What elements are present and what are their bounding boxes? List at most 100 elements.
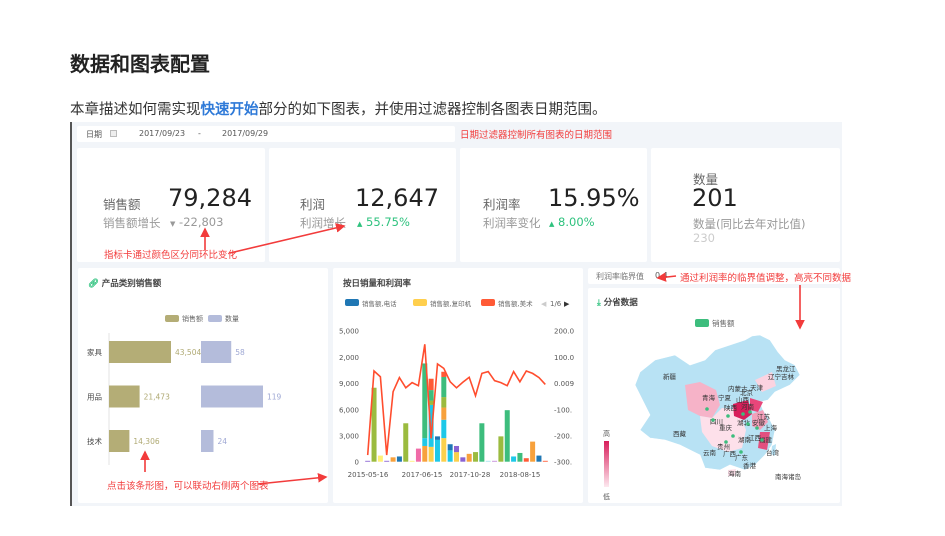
- x-tick-label: 2018-08-15: [500, 471, 541, 479]
- daily-sales-profit-panel: 销售额,电话 销售额,复印机 销售额,美术 ◀ 1/6 ▶ 5,000 2,000 9,000 6…: [333, 268, 583, 503]
- kpi-change-value: 8.00%: [558, 215, 595, 229]
- sales-bar[interactable]: [109, 430, 130, 452]
- kpi-change: ▲ 8.00%: [549, 215, 595, 229]
- legend-next-icon[interactable]: ▶: [564, 300, 570, 308]
- download-icon[interactable]: ⤓: [597, 298, 601, 308]
- sales-bar-segment[interactable]: [523, 458, 529, 462]
- kpi-label: 利润: [300, 197, 326, 212]
- up-triangle-icon: ▲: [549, 220, 555, 228]
- sales-bar-segment[interactable]: [403, 423, 409, 462]
- qty-bar[interactable]: [201, 385, 263, 408]
- sales-bar-segment[interactable]: [542, 460, 548, 462]
- legend-swatch-qty: [208, 315, 222, 322]
- sales-bar[interactable]: [109, 341, 171, 363]
- combo-chart-title: 按日销量和利润率: [343, 279, 412, 289]
- sales-bar-segment[interactable]: [422, 438, 428, 446]
- sales-bar-segment[interactable]: [466, 453, 472, 462]
- sales-bar-segment[interactable]: [511, 456, 517, 462]
- sales-bar-segment[interactable]: [441, 376, 447, 398]
- sales-bar-segment[interactable]: [384, 460, 390, 462]
- intro-text-end: 部分的如下图表，并使用过滤器控制各图表日期范围。: [258, 102, 607, 118]
- kpi-change-value: 55.75%: [366, 215, 410, 229]
- kpi-value: 12,647: [355, 184, 439, 212]
- legend-label: 销售额,美术: [498, 299, 533, 308]
- sales-bar-segment[interactable]: [441, 397, 447, 408]
- sales-bar-segment[interactable]: [396, 456, 402, 462]
- sales-bar-segment[interactable]: [409, 460, 415, 462]
- sales-bar-segment[interactable]: [434, 439, 440, 462]
- sales-bar-segment[interactable]: [473, 452, 479, 462]
- sales-bar-segment[interactable]: [441, 438, 447, 462]
- legend-label: 销售额,复印机: [430, 299, 472, 308]
- sales-bar-segment[interactable]: [422, 445, 428, 462]
- sales-bar[interactable]: [109, 385, 140, 408]
- sales-bar-segment[interactable]: [434, 436, 440, 440]
- sales-bar-segment[interactable]: [365, 460, 371, 462]
- sales-bar-segment[interactable]: [492, 460, 498, 462]
- qty-bar[interactable]: [201, 341, 232, 363]
- category-sales-panel: 销售额 数量 家具 43,504 58 用品 21,473 119 技术 14,306 24: [78, 268, 328, 503]
- sales-bar-segment[interactable]: [504, 410, 510, 462]
- sales-bar-segment[interactable]: [441, 407, 447, 420]
- date-end-input[interactable]: 2017/09/29: [222, 129, 268, 138]
- sales-bar-segment[interactable]: [390, 457, 396, 462]
- calendar-icon[interactable]: [110, 130, 117, 137]
- date-start-input[interactable]: 2017/09/23: [139, 129, 185, 138]
- kpi-value: 201: [692, 184, 738, 212]
- sales-bar-segment[interactable]: [447, 450, 453, 462]
- sales-bar-segment[interactable]: [377, 455, 383, 462]
- sales-bar-segment[interactable]: [460, 457, 466, 462]
- sales-bar-segment[interactable]: [454, 445, 459, 453]
- sales-value-label: 21,473: [144, 393, 170, 402]
- threshold-label: 利润率临界值: [596, 272, 644, 281]
- kpi-value: 79,284: [168, 184, 252, 212]
- kpi-compare-value: 230: [693, 231, 715, 245]
- sales-bar-segment[interactable]: [536, 455, 542, 462]
- sales-bar-segment[interactable]: [498, 436, 504, 462]
- sales-bar-segment[interactable]: [428, 378, 434, 391]
- legend-label-sales: 销售额: [182, 314, 203, 323]
- kpi-change: ▼ -22,803: [170, 215, 223, 229]
- date-label: 日期: [86, 130, 102, 139]
- sales-bar-segment[interactable]: [517, 452, 523, 462]
- sales-bar-segment[interactable]: [428, 446, 434, 462]
- legend-label-qty: 数量: [225, 314, 239, 323]
- sales-bar-segment[interactable]: [428, 390, 434, 401]
- date-filter-bar: 日期 2017/09/23 - 2017/09/29: [77, 126, 455, 142]
- legend-swatch[interactable]: [345, 299, 359, 306]
- qty-bar[interactable]: [201, 430, 214, 452]
- legend-swatch[interactable]: [481, 299, 495, 306]
- legend-page: 1/6: [550, 300, 562, 308]
- kpi-sub-label: 数量(同比去年对比值): [693, 217, 806, 231]
- map-title-text: 分省数据: [603, 298, 638, 308]
- sales-bar-segment[interactable]: [447, 444, 453, 451]
- category-label: 用品: [87, 393, 102, 402]
- kpi-card-quantity[interactable]: [651, 148, 840, 262]
- date-annotation: 日期过滤器控制所有图表的日期范围: [460, 130, 613, 141]
- left-tick-label: 6,000: [339, 406, 359, 414]
- legend-swatch[interactable]: [413, 299, 427, 306]
- sales-bar-segment[interactable]: [479, 423, 485, 462]
- sales-bar-segment[interactable]: [415, 448, 421, 462]
- sales-bar-segment[interactable]: [454, 452, 459, 462]
- category-label: 家具: [87, 347, 102, 357]
- left-tick-label: 0: [355, 459, 359, 467]
- quick-start-link[interactable]: 快速开始: [201, 102, 259, 118]
- page-heading: 数据和图表配置: [70, 52, 210, 76]
- kpi-value: 15.95%: [548, 184, 640, 212]
- left-tick-label: 9,000: [339, 380, 359, 388]
- left-tick-label: 2,000: [339, 354, 359, 362]
- left-tick-label: 5,000: [339, 328, 359, 336]
- sales-bar-segment[interactable]: [530, 441, 536, 462]
- map-title: ⤓ 分省数据: [597, 296, 638, 308]
- right-tick-label: -100.: [554, 406, 572, 414]
- kpi-label: 销售额: [103, 197, 141, 212]
- threshold-input[interactable]: 0.4: [655, 271, 668, 280]
- sales-bar-segment[interactable]: [441, 419, 447, 439]
- intro-paragraph: 本章描述如何需实现快速开始部分的如下图表，并使用过滤器控制各图表日期范围。: [70, 98, 607, 119]
- x-tick-label: 2017-10-28: [450, 471, 491, 479]
- kpi-change-value: -22,803: [179, 215, 224, 229]
- sales-bar-segment[interactable]: [485, 460, 491, 462]
- kpi-label: 利润率: [483, 197, 521, 212]
- legend-prev-icon: ◀: [541, 300, 547, 308]
